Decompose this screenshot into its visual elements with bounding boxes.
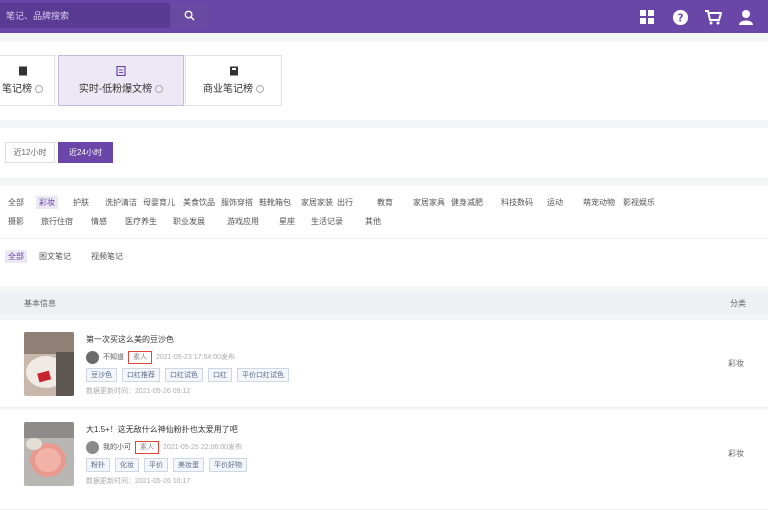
category-item-r2-2[interactable]: 情感 xyxy=(88,215,110,228)
tag[interactable]: 平价口红试色 xyxy=(237,368,289,382)
card-label: 实时-低粉爆文榜 xyxy=(78,84,153,95)
doc-chart-icon xyxy=(116,66,126,76)
book-icon xyxy=(229,66,238,76)
author-badge: 素人 xyxy=(135,440,159,454)
category-item-16[interactable]: 影视娱乐 xyxy=(620,196,658,209)
category-item-8[interactable]: 家居家装 xyxy=(298,196,336,209)
row-category: 彩妆 xyxy=(728,449,744,458)
table-row[interactable]: 大1.5+！这无敌什么神仙粉扑也太爱用了吧 我的小可 素人 2021-05-25… xyxy=(0,410,768,510)
author-name[interactable]: 不知道 xyxy=(103,352,124,362)
note-title[interactable]: 第一次买这么美的豆沙色 xyxy=(86,334,174,345)
card-label: 商业笔记榜 xyxy=(203,84,253,95)
category-item-11[interactable]: 家居家具 xyxy=(410,196,448,209)
category-item-r2-5[interactable]: 游戏应用 xyxy=(224,215,262,228)
tag[interactable]: 口红 xyxy=(208,368,232,382)
category-item-r2-8[interactable]: 其他 xyxy=(362,215,384,228)
question-icon[interactable] xyxy=(35,85,43,94)
note-type-item-2[interactable]: 视频笔记 xyxy=(88,250,126,263)
publish-time: 2021-05-23 17:54:00发布 xyxy=(156,354,235,361)
card-low-fan-rank[interactable]: 实时-低粉爆文榜 xyxy=(58,55,184,106)
publish-time: 2021-05-25 22:06:00发布 xyxy=(163,444,242,451)
category-item-3[interactable]: 洗护清洁 xyxy=(102,196,140,209)
category-item-r2-6[interactable]: 星座 xyxy=(276,215,298,228)
tag-list: 豆沙色 口红推荐 口红试色 口红 平价口红试色 xyxy=(86,368,289,382)
tag[interactable]: 化妆 xyxy=(115,458,139,472)
note-thumbnail[interactable] xyxy=(24,422,74,486)
category-item-r2-0[interactable]: 摄影 xyxy=(5,215,27,228)
category-item-15[interactable]: 萌宠动物 xyxy=(580,196,618,209)
grid-menu-icon[interactable] xyxy=(637,7,657,27)
search-input[interactable] xyxy=(0,3,170,28)
search-icon xyxy=(184,10,195,21)
help-icon[interactable]: ? xyxy=(670,7,690,27)
tag[interactable]: 粉扑 xyxy=(86,458,110,472)
author-badge: 素人 xyxy=(128,350,152,364)
time-filter-bar: 近12小时 近24小时 xyxy=(0,128,768,178)
update-time: 数据更新时间：2021-05-26 09:12 xyxy=(86,388,191,395)
tag[interactable]: 口红试色 xyxy=(165,368,203,382)
col-basic-info: 基本信息 xyxy=(24,299,56,308)
category-row-1: 全部 彩妆 护肤 洗护清洁 母婴育儿 美食饮品 服饰穿搭 鞋靴箱包 家居家装 出行 教育 家居家具 健身… xyxy=(0,196,768,210)
update-time: 数据更新时间：2021-05-26 10:17 xyxy=(86,478,191,485)
category-item-9[interactable]: 出行 xyxy=(334,196,356,209)
tag[interactable]: 平价好物 xyxy=(209,458,247,472)
category-item-r2-3[interactable]: 医疗养生 xyxy=(122,215,160,228)
user-icon[interactable] xyxy=(736,7,756,27)
category-item-13[interactable]: 科技数码 xyxy=(498,196,536,209)
note-type-item-0[interactable]: 全部 xyxy=(5,250,27,263)
question-icon[interactable] xyxy=(256,85,264,94)
time-filter-12h[interactable]: 近12小时 xyxy=(5,142,55,163)
note-type-item-1[interactable]: 图文笔记 xyxy=(36,250,74,263)
category-item-1[interactable]: 彩妆 xyxy=(36,196,58,209)
row-category: 彩妆 xyxy=(728,359,744,368)
category-item-4[interactable]: 母婴育儿 xyxy=(140,196,178,209)
svg-text:?: ? xyxy=(677,12,683,24)
question-icon[interactable] xyxy=(155,85,164,94)
tag-list: 粉扑 化妆 平价 美妆蛋 平价好物 xyxy=(86,458,247,472)
top-bar: ? xyxy=(0,0,768,33)
avatar[interactable] xyxy=(86,440,99,454)
note-type-row: 全部 图文笔记 视频笔记 xyxy=(0,250,768,264)
doc-icon xyxy=(18,66,27,76)
category-item-r2-4[interactable]: 职业发展 xyxy=(170,215,208,228)
time-filter-24h[interactable]: 近24小时 xyxy=(58,142,113,163)
category-item-2[interactable]: 护肤 xyxy=(70,196,92,209)
card-business-rank[interactable]: 商业笔记榜 xyxy=(185,55,282,106)
avatar[interactable] xyxy=(86,350,99,364)
category-item-6[interactable]: 服饰穿搭 xyxy=(218,196,256,209)
search-box xyxy=(0,3,209,28)
table-row[interactable]: 第一次买这么美的豆沙色 不知道 素人 2021-05-23 17:54:00发布… xyxy=(0,320,768,408)
category-item-r2-7[interactable]: 生活记录 xyxy=(308,215,346,228)
tag[interactable]: 平价 xyxy=(144,458,168,472)
category-row-2: 摄影 旅行住宿 情感 医疗养生 职业发展 游戏应用 星座 生活记录 其他 xyxy=(0,215,768,229)
author-name[interactable]: 我的小可 xyxy=(103,442,131,452)
category-item-7[interactable]: 鞋靴箱包 xyxy=(256,196,294,209)
col-category: 分类 xyxy=(730,299,746,308)
author-line: 不知道 素人 2021-05-23 17:54:00发布 xyxy=(86,350,235,364)
tag[interactable]: 美妆蛋 xyxy=(173,458,204,472)
table-header: 基本信息 分类 xyxy=(0,292,768,314)
note-thumbnail[interactable] xyxy=(24,332,74,396)
category-item-10[interactable]: 教育 xyxy=(374,196,396,209)
search-button[interactable] xyxy=(170,3,209,28)
ranking-card-row: 笔记榜 实时-低粉爆文榜 商业笔记榜 xyxy=(0,42,768,120)
note-title[interactable]: 大1.5+！这无敌什么神仙粉扑也太爱用了吧 xyxy=(86,424,238,435)
tag[interactable]: 豆沙色 xyxy=(86,368,117,382)
category-filter: 全部 彩妆 护肤 洗护清洁 母婴育儿 美食饮品 服饰穿搭 鞋靴箱包 家居家装 出行 教育 家居家具 健身… xyxy=(0,186,768,286)
category-item-r2-1[interactable]: 旅行住宿 xyxy=(38,215,76,228)
category-item-0[interactable]: 全部 xyxy=(5,196,27,209)
card-label: 笔记榜 xyxy=(2,84,32,95)
divider xyxy=(0,238,768,239)
category-item-12[interactable]: 健身减肥 xyxy=(448,196,486,209)
category-item-14[interactable]: 运动 xyxy=(544,196,566,209)
tag[interactable]: 口红推荐 xyxy=(122,368,160,382)
author-line: 我的小可 素人 2021-05-25 22:06:00发布 xyxy=(86,440,242,454)
card-note-rank[interactable]: 笔记榜 xyxy=(0,55,55,106)
category-item-5[interactable]: 美食饮品 xyxy=(180,196,218,209)
cart-icon[interactable] xyxy=(703,7,723,27)
